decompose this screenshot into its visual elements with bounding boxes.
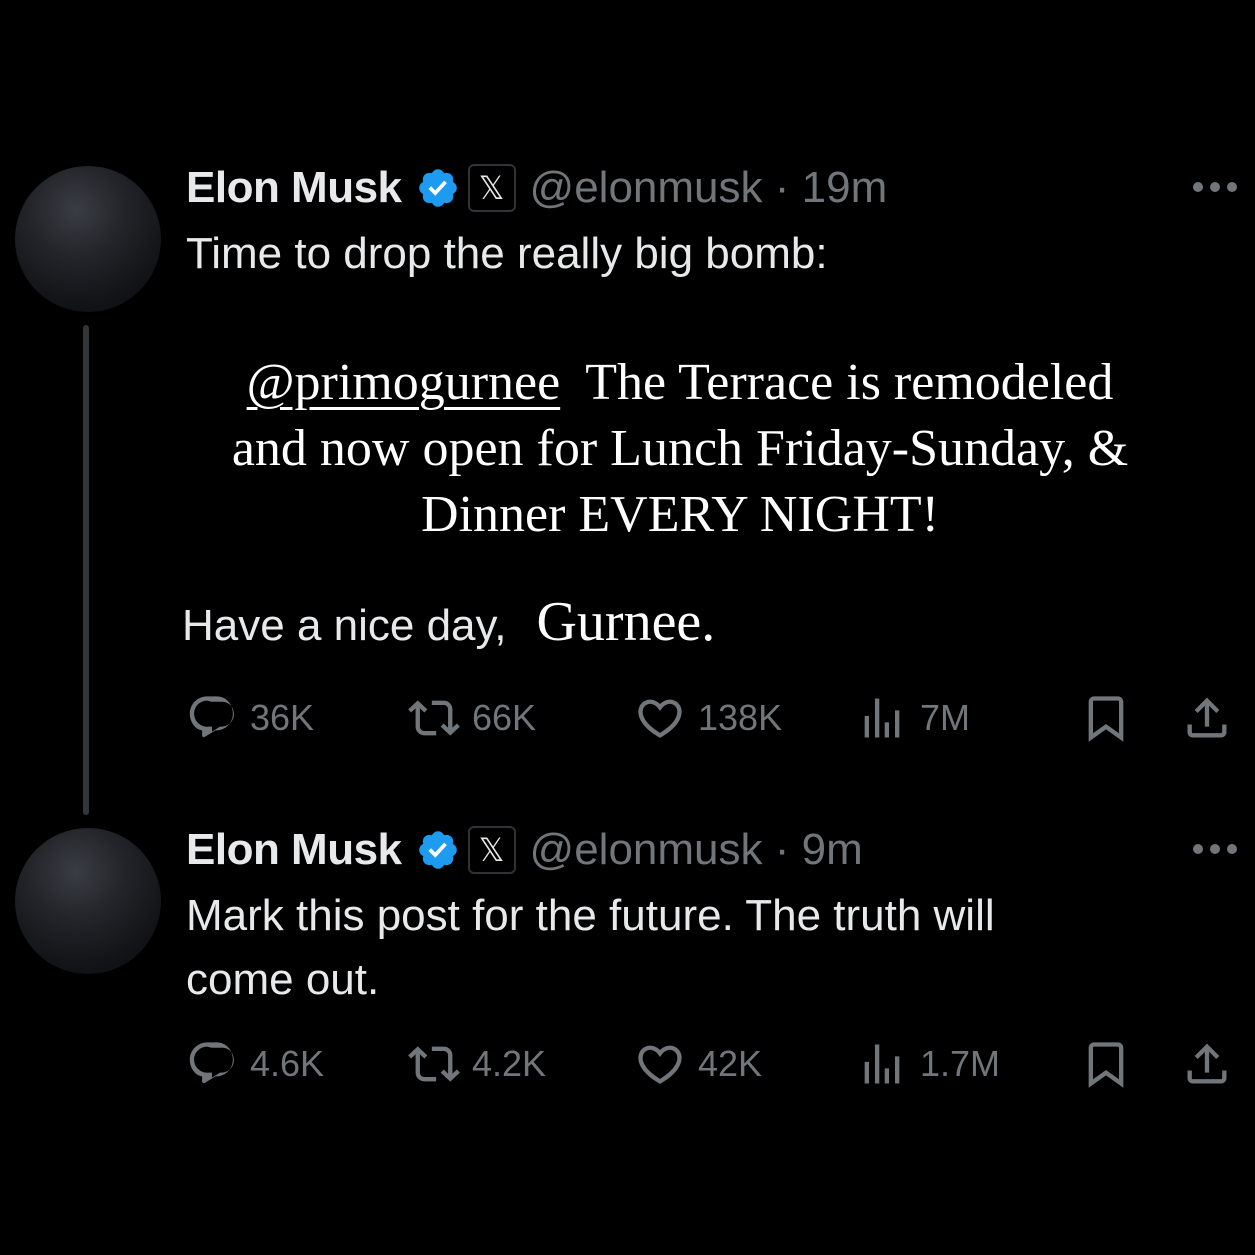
post-actions: 36K 66K 138K 7M [186,688,1241,748]
post-text-line-1: Mark this post for the future. The truth… [186,891,995,940]
views-button[interactable]: 1.7M [856,1034,1000,1094]
reply-button[interactable]: 4.6K [186,1034,324,1094]
x-logo-icon: 𝕏 [478,169,505,207]
reply-count: 4.6K [250,1043,325,1084]
share-button[interactable] [1181,1034,1233,1094]
verified-badge-icon[interactable] [416,828,460,872]
author-name[interactable]: Elon Musk [186,163,402,213]
verified-badge-icon[interactable] [416,166,460,210]
post-header: Elon Musk 𝕏 @elonmusk · 9m [186,822,863,878]
heart-icon [638,699,682,738]
more-options-icon[interactable] [1193,844,1237,854]
avatar[interactable] [15,828,161,974]
embedded-line-2: and now open for Lunch Friday-Sunday, & [231,420,1129,477]
views-icon [864,698,900,738]
closing-line: Have a nice day, Gurnee. [182,590,715,654]
share-icon [1187,1043,1227,1084]
share-button[interactable] [1181,688,1233,748]
affiliate-badge[interactable]: 𝕏 [467,164,516,212]
post-text-line-2: come out. [186,955,380,1004]
embedded-line-1: @primogurnee The Terrace is remodeled [246,354,1114,411]
post-text: Time to drop the really big bomb: [186,229,828,278]
repost-button[interactable]: 66K [408,688,536,748]
post-timestamp: 19m [801,163,888,212]
repost-icon [408,700,460,736]
reply-count: 36K [250,697,315,738]
like-button[interactable]: 42K [634,1034,762,1094]
repost-button[interactable]: 4.2K [408,1034,546,1094]
x-logo-icon: 𝕏 [478,831,505,869]
post-header: Elon Musk 𝕏 @elonmusk · 19m [186,160,887,216]
repost-icon [408,1046,460,1082]
mention-link[interactable]: @primogurnee [247,354,561,411]
bookmark-button[interactable] [1080,1034,1132,1094]
reply-icon [189,696,234,738]
views-count: 1.7M [920,1043,1001,1084]
like-button[interactable]: 138K [634,688,782,748]
author-handle[interactable]: @elonmusk · 19m [530,163,888,213]
repost-count: 66K [472,697,537,738]
closing-text-sans: Have a nice day, [182,601,507,650]
post-timestamp: 9m [801,825,863,874]
embedded-line-3: Dinner EVERY NIGHT! [421,486,939,543]
closing-text-serif: Gurnee. [536,591,716,653]
reply-button[interactable]: 36K [186,688,314,748]
post-text: Mark this post for the future. The truth… [186,884,995,1012]
author-handle[interactable]: @elonmusk · 9m [530,825,863,875]
views-count: 7M [920,697,971,738]
heart-icon [638,1045,682,1084]
views-icon [864,1044,900,1084]
author-name[interactable]: Elon Musk [186,825,402,875]
affiliate-badge[interactable]: 𝕏 [467,826,516,874]
share-icon [1187,697,1227,738]
bookmark-icon [1088,1042,1124,1088]
like-count: 138K [698,697,783,738]
reply-icon [189,1042,234,1084]
like-count: 42K [698,1043,763,1084]
embedded-screenshot-text: @primogurnee The Terrace is remodeled an… [170,350,1190,548]
thread-connector-line [83,325,89,815]
views-button[interactable]: 7M [856,688,970,748]
post-actions: 4.6K 4.2K 42K 1.7M [186,1034,1241,1094]
repost-count: 4.2K [472,1043,547,1084]
more-options-icon[interactable] [1193,182,1237,192]
avatar[interactable] [15,166,161,312]
bookmark-icon [1088,696,1124,742]
bookmark-button[interactable] [1080,688,1132,748]
